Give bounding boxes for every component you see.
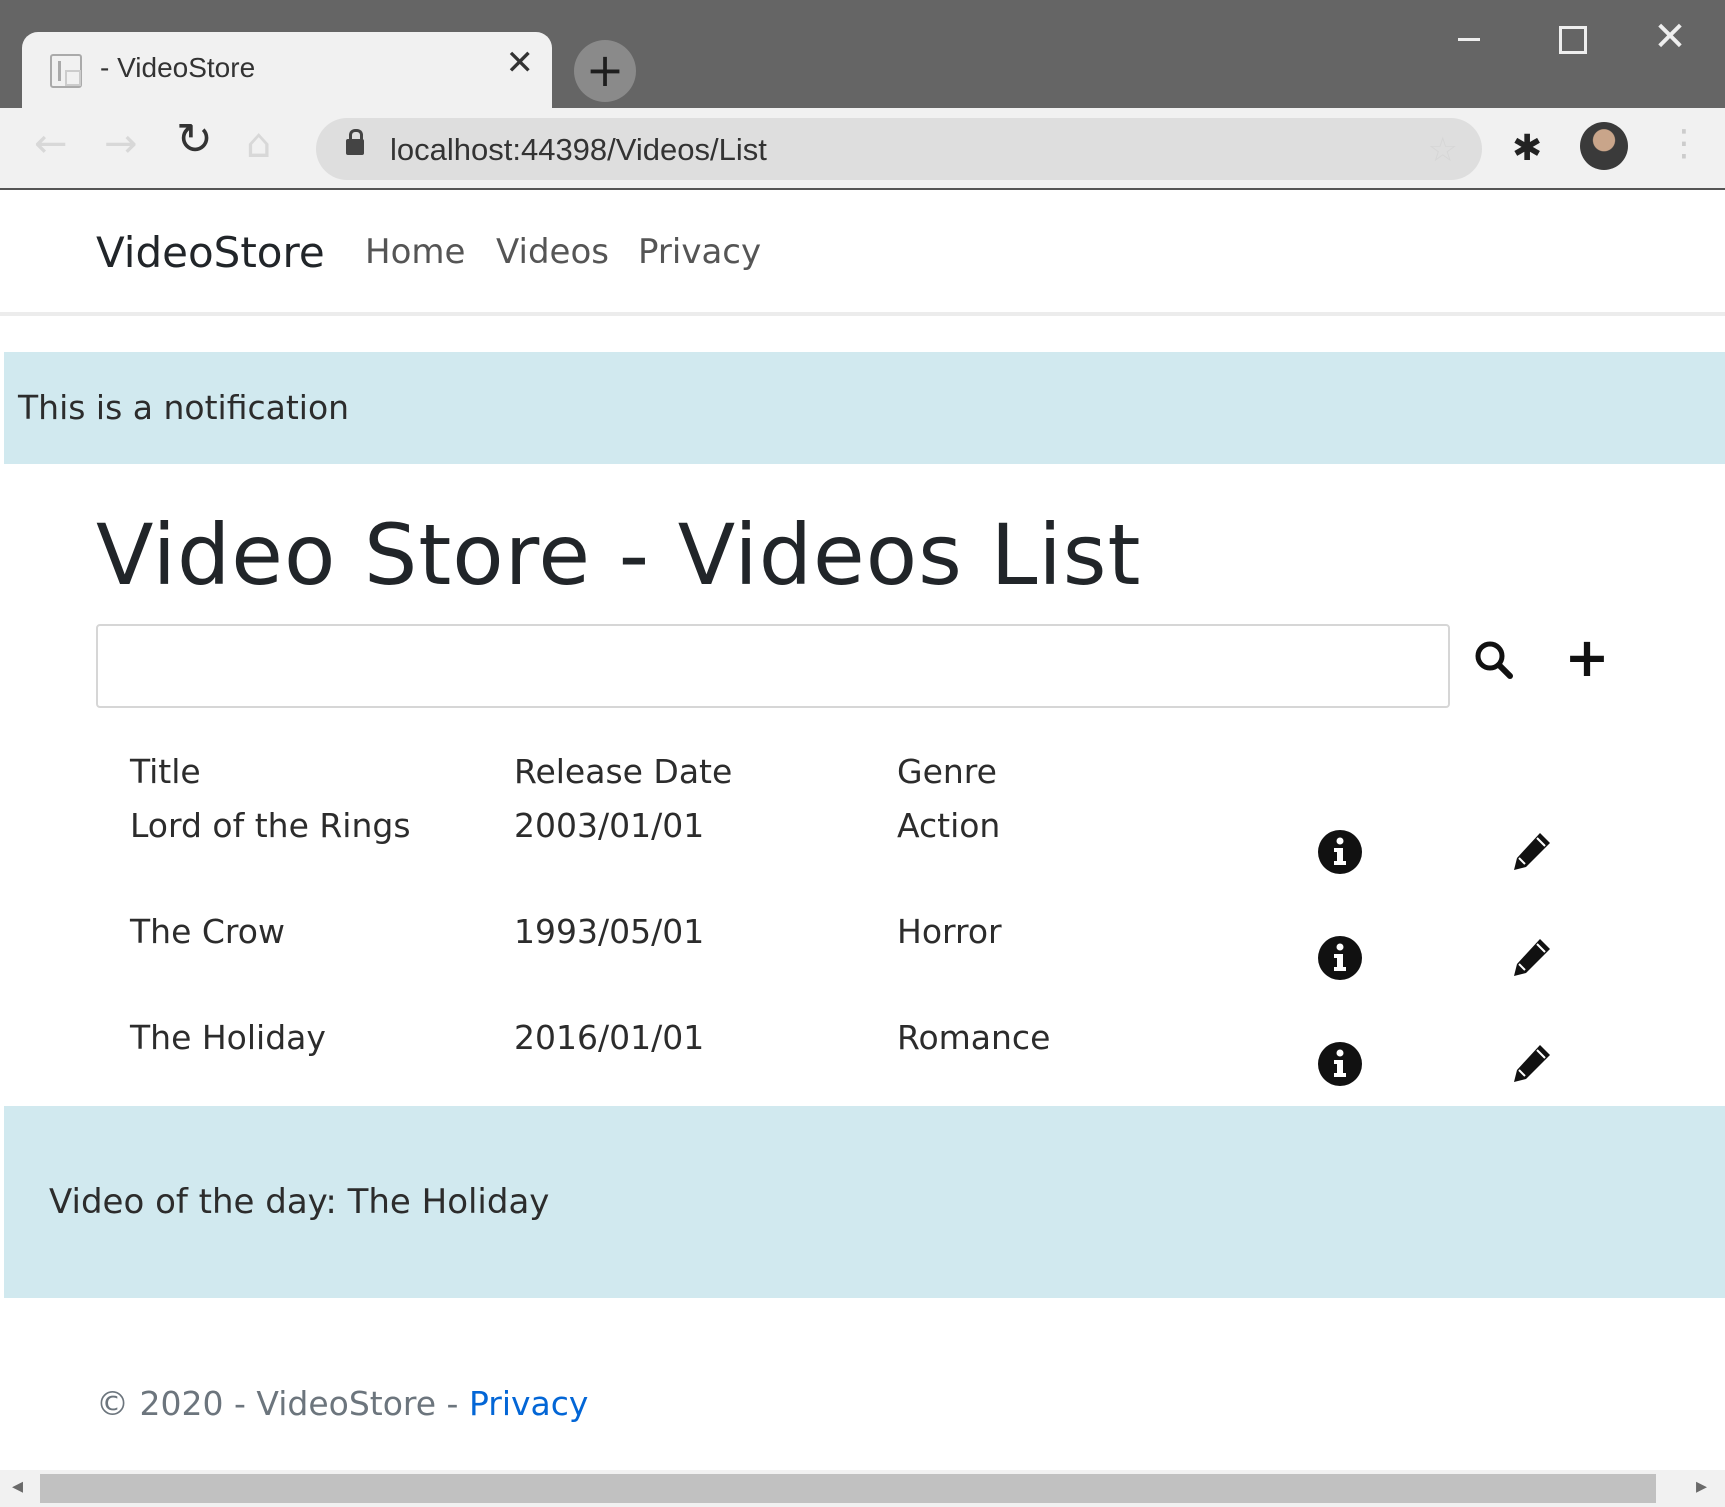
column-header-title: Title [130,752,201,791]
table-cell-release-date: 2016/01/01 [514,1018,705,1057]
search-icon [1475,641,1513,679]
page-footer: © 2020 - VideoStore - Privacy [96,1384,588,1423]
navbar-brand[interactable]: VideoStore [96,228,325,277]
table-cell-release-date: 1993/05/01 [514,912,705,951]
table-cell-title: Lord of the Rings [130,806,411,845]
info-circle-icon [1318,936,1362,980]
nav-link-videos[interactable]: Videos [496,232,609,272]
nav-link-privacy[interactable]: Privacy [638,232,761,272]
back-arrow-icon[interactable]: ← [34,124,68,164]
edit-button[interactable] [1508,1041,1554,1087]
copyright-text: © 2020 - VideoStore - [96,1384,469,1423]
address-url[interactable]: localhost:44398/Videos/List [390,132,767,168]
nav-link-home[interactable]: Home [365,232,465,272]
more-menu-icon[interactable]: ⋮ [1666,126,1702,162]
home-icon[interactable]: ⌂ [246,124,271,164]
pencil-icon [1514,939,1550,976]
pencil-icon [1514,1045,1550,1082]
info-circle-icon [1318,1042,1362,1086]
table-cell-release-date: 2003/01/01 [514,806,705,845]
column-header-genre: Genre [897,752,997,791]
add-video-button[interactable]: + [1562,630,1612,686]
lock-icon[interactable] [346,129,364,155]
new-tab-button[interactable]: + [574,40,636,102]
table-cell-title: The Holiday [130,1018,326,1057]
search-button[interactable] [1470,636,1520,686]
details-button[interactable] [1317,829,1363,875]
table-cell-genre: Horror [897,912,1002,951]
profile-avatar[interactable] [1580,122,1628,170]
page-favicon-icon [50,54,82,88]
horizontal-scrollbar[interactable]: ◂ ▸ [0,1470,1725,1507]
scroll-right-icon[interactable]: ▸ [1696,1474,1707,1499]
minimize-window-button[interactable] [1438,14,1498,64]
forward-arrow-icon[interactable]: → [104,124,138,164]
plus-icon: + [1564,626,1610,689]
reload-icon[interactable]: ↻ [176,118,213,162]
close-tab-icon[interactable]: ✕ [506,46,535,80]
info-circle-icon [1318,830,1362,874]
table-cell-title: The Crow [130,912,285,951]
maximize-window-button[interactable] [1540,14,1600,64]
edit-button[interactable] [1508,829,1554,875]
search-input[interactable] [96,624,1450,708]
table-cell-genre: Romance [897,1018,1051,1057]
pencil-icon [1514,833,1550,870]
tab-title: - VideoStore [100,52,256,83]
details-button[interactable] [1317,1041,1363,1087]
browser-titlebar: - VideoStore ✕ + ✕ [0,0,1725,110]
notification-text: This is a notification [18,388,350,427]
close-window-button[interactable]: ✕ [1640,14,1700,64]
page-title: Video Store - Videos List [96,506,1142,604]
bookmark-star-icon[interactable]: ☆ [1428,130,1458,170]
scrollbar-thumb[interactable] [40,1474,1656,1503]
notification-banner: This is a notification [4,352,1725,464]
video-of-the-day-banner: Video of the day: The Holiday [4,1106,1725,1298]
table-cell-genre: Action [897,806,1001,845]
browser-toolbar: ← → ↻ ⌂ localhost:44398/Videos/List ☆ ✱ … [0,108,1725,190]
address-bar[interactable]: localhost:44398/Videos/List ☆ [316,118,1482,180]
footer-privacy-link[interactable]: Privacy [469,1384,588,1423]
video-of-the-day-text: Video of the day: The Holiday [49,1182,550,1222]
details-button[interactable] [1317,935,1363,981]
column-header-release-date: Release Date [514,752,733,791]
browser-tab[interactable]: - VideoStore ✕ [22,32,552,110]
scroll-left-icon[interactable]: ◂ [12,1474,23,1499]
site-navbar: VideoStore Home Videos Privacy [0,192,1725,316]
extensions-puzzle-icon[interactable]: ✱ [1512,128,1542,169]
edit-button[interactable] [1508,935,1554,981]
